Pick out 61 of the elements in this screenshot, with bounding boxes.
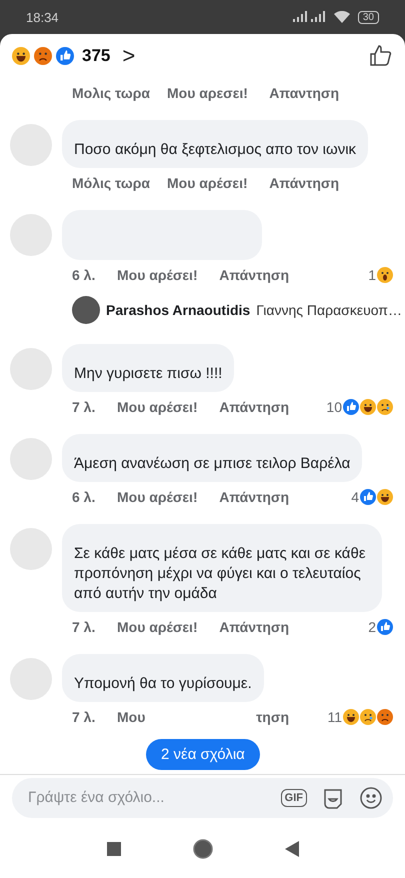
comment-time: 7 λ. [72,619,96,635]
like-link[interactable]: Μου αρέσει! [117,399,202,415]
gif-button[interactable]: GIF [280,788,307,806]
reply-author[interactable]: Parashos Arnaoutidis [106,302,250,318]
comment-field[interactable]: Γράψτε ένα σχόλιο... GIF [12,778,393,818]
comment-time: Μόλις τωρα [72,175,150,191]
reply-link[interactable]: τηση [219,709,289,725]
like-link[interactable]: Μου [117,709,202,725]
reply-snippet[interactable]: Γιαννης Παρασκευοπ… [256,302,402,318]
comment-bubble: Σε κάθε ματς μέσα σε κάθε ματς και σε κάθε προπόνηση μέχρι να φύγει και ο τελευταίος από αυτήν την ομάδα [62,524,382,612]
angry-reaction-icon [34,47,52,65]
like-reaction-icon [343,399,359,415]
comment-time: 6 λ. [72,489,96,505]
new-comments-button[interactable]: 2 νέα σχόλια [146,739,260,770]
wifi-icon [334,11,350,23]
like-link[interactable]: Μου αρέσει! [117,267,202,283]
like-link[interactable]: Μου αρέσει! [117,489,202,505]
comment-time: 7 λ. [72,399,96,415]
reaction-count: 11 [327,709,342,725]
reaction-total[interactable]: 375 [82,46,110,66]
reply-link[interactable]: Απάντηση [219,489,289,505]
comment-bubble: Υπομονή θα το γυρίσουμε. [62,654,264,702]
home-icon[interactable] [192,839,212,859]
haha-reaction-icon [377,489,393,505]
comment-bubble: Μην γυρισετε πισω !!!! [62,344,234,392]
reaction-count: 2 [368,619,376,635]
comment-time: 7 λ. [72,709,96,725]
comment-bubble: Ποσο ακόμη θα ξεφτελισμος απο τον ιωνικ [62,120,368,168]
reaction-count: 1 [368,267,376,283]
wow-reaction-icon [377,267,393,283]
comment-time: Μολις τωρα [72,85,150,101]
like-reaction-icon [360,489,376,505]
reply-link[interactable]: Απάντηση [219,399,289,415]
reply-link[interactable]: Απαντηση [269,85,340,101]
recents-icon[interactable] [106,842,120,856]
angry-reaction-icon [377,709,393,725]
like-reaction-icon [56,47,74,65]
reply-link[interactable]: Απάντηση [269,175,340,191]
chevron-text[interactable]: > [122,43,136,69]
thumbs-up-icon[interactable] [369,44,393,68]
like-link[interactable]: Μου αρεσει! [167,85,252,101]
reply-link[interactable]: Απάντηση [219,267,289,283]
emoji-icon[interactable] [359,786,383,810]
comment-time: 6 λ. [72,267,96,283]
sad-reaction-icon [360,709,376,725]
haha-reaction-icon [12,47,30,65]
like-reaction-icon [377,619,393,635]
back-icon[interactable] [284,841,298,857]
comment-bubble: Άμεση ανανέωση σε μπισε τειλορ Βαρέλα [62,434,362,482]
reaction-count: 4 [351,489,359,505]
clock: 18:34 [26,10,59,24]
like-link[interactable]: Μου αρέσει! [117,619,202,635]
haha-reaction-icon [360,399,376,415]
battery-level: 30 [358,10,379,24]
reaction-count: 10 [326,399,342,415]
avatar [72,296,100,324]
like-link[interactable]: Μου αρέσει! [167,175,252,191]
signal-icon [292,11,326,23]
haha-reaction-icon [343,709,359,725]
reply-link[interactable]: Απάντηση [219,619,289,635]
sad-reaction-icon [377,399,393,415]
